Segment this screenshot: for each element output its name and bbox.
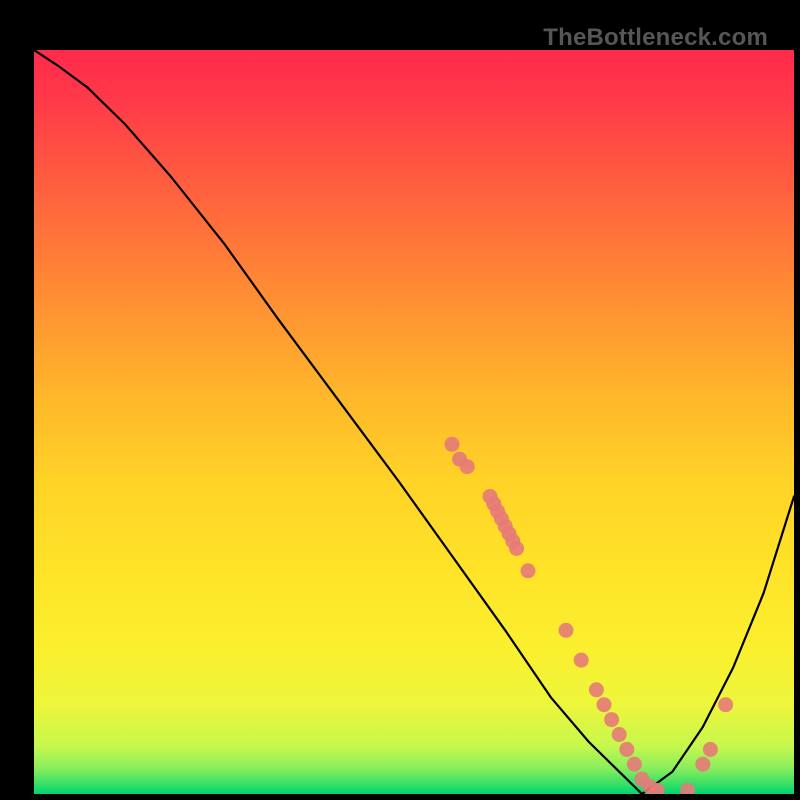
data-point <box>445 437 460 452</box>
data-point <box>559 623 574 638</box>
data-point <box>604 712 619 727</box>
data-point <box>574 653 589 668</box>
data-point <box>703 742 718 757</box>
data-point <box>509 541 524 556</box>
data-point <box>627 757 642 772</box>
gradient-bg <box>34 50 794 794</box>
chart-frame: TheBottleneck.com <box>14 14 786 786</box>
data-point <box>597 697 612 712</box>
data-point <box>718 697 733 712</box>
watermark: TheBottleneck.com <box>543 24 768 52</box>
data-point <box>460 459 475 474</box>
chart-svg <box>34 50 794 794</box>
data-point <box>619 742 634 757</box>
data-point <box>612 727 627 742</box>
data-point <box>521 563 536 578</box>
data-point <box>695 757 710 772</box>
data-point <box>589 682 604 697</box>
